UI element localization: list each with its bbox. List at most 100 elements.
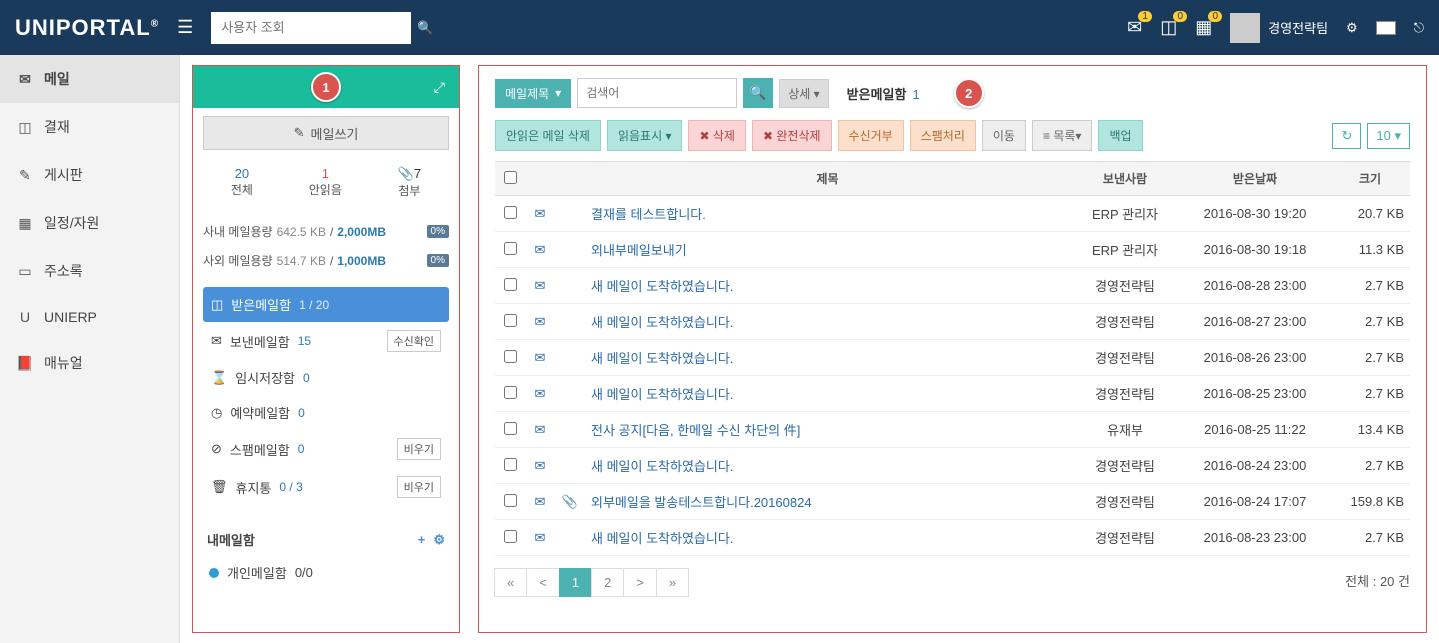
expand-icon[interactable]: ⤢ [434,79,445,96]
table-row[interactable]: ✉ 외내부메일보내기 ERP 관리자 2016-08-30 19:18 11.3… [495,232,1410,268]
row-size: 2.7 KB [1330,448,1410,484]
table-row[interactable]: ✉ 결재를 테스트합니다. ERP 관리자 2016-08-30 19:20 2… [495,196,1410,232]
my-folder-item[interactable]: 개인메일함 0/0 [203,555,449,590]
delete-perm-button[interactable]: ✖ 완전삭제 [752,120,832,151]
page-link[interactable]: » [656,568,689,597]
row-checkbox[interactable] [504,458,517,471]
nav-item-5[interactable]: UUNIERP [0,295,179,339]
stat-unread[interactable]: 1안읽음 [309,166,342,199]
row-checkbox[interactable] [504,386,517,399]
mail-search-button[interactable]: 🔍 [743,78,773,108]
mail-stats: 20전체 1안읽음 📎7첨부 [203,166,449,199]
row-sender: 경영전략팀 [1070,304,1180,340]
row-checkbox[interactable] [504,530,517,543]
select-all-checkbox[interactable] [504,171,517,184]
folder-item[interactable]: 🗑휴지통 0 / 3비우기 [203,468,449,506]
folder-item[interactable]: ⊘스팸메일함 0비우기 [203,430,449,468]
mail-search-input[interactable] [577,78,737,108]
folder-item[interactable]: ✉보낸메일함 15수신확인 [203,322,449,360]
nav-label: 메일 [44,69,70,89]
add-folder-icon[interactable]: + [418,532,426,548]
row-checkbox[interactable] [504,350,517,363]
folder-name: 보낸메일함 [230,332,290,351]
row-subject[interactable]: 새 메일이 도착하였습니다. [585,376,1070,412]
row-subject[interactable]: 결재를 테스트합니다. [585,196,1070,232]
compose-button[interactable]: ✎ 메일쓰기 [203,116,449,150]
search-type-select[interactable]: 메일제목 ▾ [495,79,571,108]
detail-search-button[interactable]: 상세 ▾ [779,79,828,108]
folder-item[interactable]: ◷예약메일함 0 [203,395,449,430]
folder-action-button[interactable]: 비우기 [397,438,441,460]
nav-item-1[interactable]: ◫결재 [0,103,179,151]
page-link[interactable]: < [526,568,560,597]
page-link[interactable]: « [494,568,527,597]
col-sender: 보낸사람 [1070,162,1180,196]
row-date: 2016-08-25 11:22 [1180,412,1330,448]
table-row[interactable]: ✉ 새 메일이 도착하였습니다. 경영전략팀 2016-08-24 23:00 … [495,448,1410,484]
row-sender: 경영전략팀 [1070,376,1180,412]
row-subject[interactable]: 외부메일을 발송테스트합니다.20160824 [585,484,1070,520]
table-row[interactable]: ✉ 새 메일이 도착하였습니다. 경영전략팀 2016-08-23 23:00 … [495,520,1410,556]
backup-button[interactable]: 백업 [1098,120,1142,151]
row-subject[interactable]: 새 메일이 도착하였습니다. [585,340,1070,376]
col-date: 받은날짜 [1180,162,1330,196]
table-row[interactable]: ✉ 전사 공지[다음, 한메일 수신 차단의 件] 유재부 2016-08-25… [495,412,1410,448]
schedule-notif-icon[interactable]: ▦0 [1195,17,1212,38]
row-checkbox[interactable] [504,314,517,327]
delete-button[interactable]: ✖ 삭제 [688,120,745,151]
row-subject[interactable]: 전사 공지[다음, 한메일 수신 차단의 件] [585,412,1070,448]
pagesize-select[interactable]: 10 ▾ [1367,123,1410,149]
folder-item[interactable]: ⌛임시저장함 0 [203,360,449,395]
row-checkbox[interactable] [504,278,517,291]
reject-button[interactable]: 수신거부 [838,120,904,151]
my-folder-title: 내메일함 [207,530,255,549]
nav-item-4[interactable]: ▭주소록 [0,247,179,295]
user-search-input[interactable] [211,20,407,35]
spam-button[interactable]: 스팸처리 [910,120,976,151]
menu-toggle-icon[interactable]: ☰ [177,17,193,38]
table-row[interactable]: ✉ 📎 외부메일을 발송테스트합니다.20160824 경영전략팀 2016-0… [495,484,1410,520]
nav-item-6[interactable]: 📕매뉴얼 [0,339,179,387]
folder-settings-icon[interactable]: ⚙ [433,532,445,548]
folder-action-button[interactable]: 비우기 [397,476,441,498]
row-checkbox[interactable] [504,422,517,435]
logout-icon[interactable]: ⎋ [1414,20,1424,36]
nav-item-2[interactable]: ✎게시판 [0,151,179,199]
table-row[interactable]: ✉ 새 메일이 도착하였습니다. 경영전략팀 2016-08-25 23:00 … [495,376,1410,412]
folder-icon: ✉ [211,333,222,349]
approval-notif-icon[interactable]: ◫0 [1160,17,1177,38]
row-subject[interactable]: 새 메일이 도착하였습니다. [585,268,1070,304]
marker-2: 2 [954,78,984,108]
table-row[interactable]: ✉ 새 메일이 도착하였습니다. 경영전략팀 2016-08-27 23:00 … [495,304,1410,340]
row-subject[interactable]: 새 메일이 도착하였습니다. [585,448,1070,484]
folder-item[interactable]: ◫받은메일함 1 / 20 [203,287,449,322]
flag-icon[interactable] [1376,21,1396,35]
row-subject[interactable]: 외내부메일보내기 [585,232,1070,268]
move-button[interactable]: 이동 [982,120,1026,151]
refresh-button[interactable]: ↻ [1332,123,1361,149]
page-link[interactable]: > [623,568,657,597]
delete-unread-button[interactable]: 안읽은 메일 삭제 [495,120,601,151]
table-row[interactable]: ✉ 새 메일이 도착하였습니다. 경영전략팀 2016-08-28 23:00 … [495,268,1410,304]
mail-notif-icon[interactable]: ✉1 [1127,17,1142,38]
user-box[interactable]: 경영전략팀 [1230,13,1328,43]
logo: UNIPORTAL® [15,15,159,41]
nav-item-3[interactable]: ▦일정/자원 [0,199,179,247]
page-link[interactable]: 1 [559,568,592,597]
mark-read-button[interactable]: 읽음표시 ▾ [607,120,683,151]
stat-total[interactable]: 20전체 [231,166,253,199]
row-checkbox[interactable] [504,242,517,255]
row-subject[interactable]: 새 메일이 도착하였습니다. [585,520,1070,556]
page-link[interactable]: 2 [591,568,624,597]
gear-icon[interactable]: ⚙ [1346,20,1358,36]
table-row[interactable]: ✉ 새 메일이 도착하였습니다. 경영전략팀 2016-08-26 23:00 … [495,340,1410,376]
list-button[interactable]: ≡ 목록▾ [1032,120,1092,151]
row-checkbox[interactable] [504,206,517,219]
search-icon[interactable]: 🔍 [407,20,443,36]
nav-item-0[interactable]: ✉메일 [0,55,179,103]
folder-action-button[interactable]: 수신확인 [387,330,441,352]
nav-icon: ✎ [16,167,34,184]
row-subject[interactable]: 새 메일이 도착하였습니다. [585,304,1070,340]
stat-attach[interactable]: 📎7첨부 [398,166,421,199]
row-checkbox[interactable] [504,494,517,507]
